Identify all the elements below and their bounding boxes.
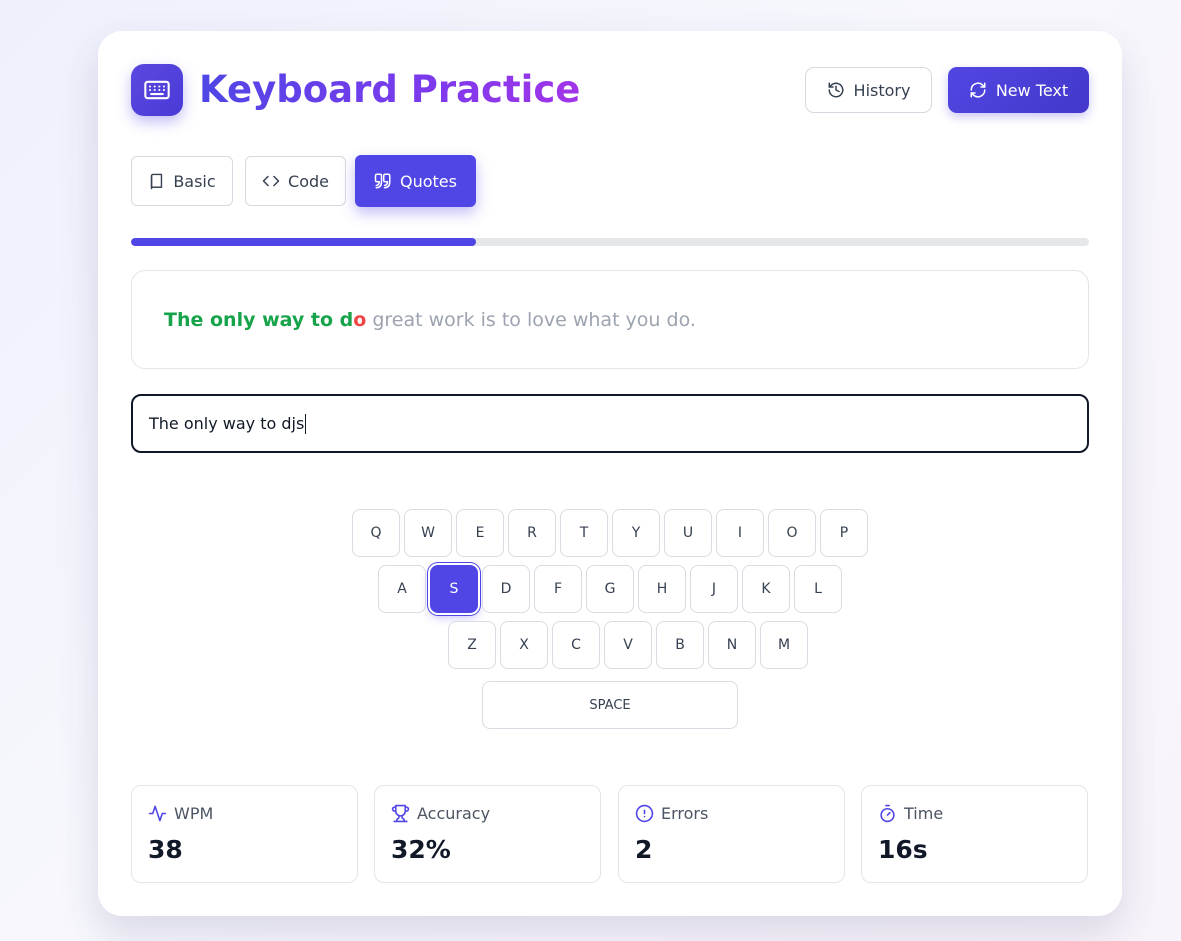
stat-wpm-label: WPM (174, 804, 214, 823)
key-y[interactable]: Y (612, 509, 660, 557)
stat-wpm: WPM 38 (131, 785, 358, 883)
key-c[interactable]: C (552, 621, 600, 669)
tab-quotes-label: Quotes (400, 171, 457, 191)
tab-quotes[interactable]: Quotes (355, 155, 476, 207)
stat-accuracy-label: Accuracy (417, 804, 491, 823)
target-text: The only way to do great work is to love… (131, 270, 1089, 369)
text-correct: The only way to d (164, 308, 354, 331)
key-q[interactable]: Q (352, 509, 400, 557)
key-u[interactable]: U (664, 509, 712, 557)
keyboard-logo-icon (131, 64, 183, 116)
text-error: o (353, 308, 367, 331)
key-k[interactable]: K (742, 565, 790, 613)
trophy-icon (391, 804, 410, 823)
stat-errors-label: Errors (661, 804, 709, 823)
history-button[interactable]: History (805, 67, 932, 113)
history-icon (827, 81, 845, 99)
code-icon (262, 172, 280, 190)
refresh-icon (969, 81, 987, 99)
key-a[interactable]: A (378, 565, 426, 613)
key-z[interactable]: Z (448, 621, 496, 669)
stat-errors-value: 2 (635, 835, 653, 864)
key-e[interactable]: E (456, 509, 504, 557)
key-g[interactable]: G (586, 565, 634, 613)
typing-input-value: The only way to djs (149, 414, 305, 433)
text-caret (305, 413, 307, 434)
tab-code-label: Code (288, 171, 329, 191)
stat-accuracy-value: 32% (391, 835, 451, 864)
progress-bar (131, 238, 1089, 246)
history-label: History (853, 80, 911, 100)
quote-icon (374, 172, 392, 190)
header: Keyboard Practice History New Text (131, 64, 1089, 116)
key-v[interactable]: V (604, 621, 652, 669)
key-r[interactable]: R (508, 509, 556, 557)
key-b[interactable]: B (656, 621, 704, 669)
keyboard-row-1: QWERTYUIOP (352, 509, 868, 557)
key-f[interactable]: F (534, 565, 582, 613)
stat-wpm-value: 38 (148, 835, 183, 864)
key-space[interactable]: SPACE (482, 681, 738, 729)
stat-time-label: Time (904, 804, 944, 823)
keyboard-row-3: ZXCVBNM (448, 621, 808, 669)
activity-icon (148, 804, 167, 823)
key-n[interactable]: N (708, 621, 756, 669)
key-x[interactable]: X (500, 621, 548, 669)
timer-icon (878, 804, 897, 823)
key-i[interactable]: I (716, 509, 764, 557)
alert-circle-icon (635, 804, 654, 823)
new-text-button[interactable]: New Text (948, 67, 1089, 113)
app-title: Keyboard Practice (199, 66, 580, 114)
book-icon (148, 173, 165, 190)
key-m[interactable]: M (760, 621, 808, 669)
key-d[interactable]: D (482, 565, 530, 613)
stat-accuracy: Accuracy 32% (374, 785, 601, 883)
stat-time: Time 16s (861, 785, 1088, 883)
tab-code[interactable]: Code (245, 156, 346, 206)
key-t[interactable]: T (560, 509, 608, 557)
progress-fill (131, 238, 476, 246)
tab-basic-label: Basic (173, 171, 216, 191)
key-h[interactable]: H (638, 565, 686, 613)
stat-time-value: 16s (878, 835, 928, 864)
key-o[interactable]: O (768, 509, 816, 557)
keyboard-row-space: SPACE (482, 681, 738, 729)
key-j[interactable]: J (690, 565, 738, 613)
stat-errors: Errors 2 (618, 785, 845, 883)
key-l[interactable]: L (794, 565, 842, 613)
tab-basic[interactable]: Basic (131, 156, 233, 206)
new-text-label: New Text (995, 80, 1069, 100)
key-p[interactable]: P (820, 509, 868, 557)
keyboard-row-2: ASDFGHJKL (378, 565, 842, 613)
key-s[interactable]: S (430, 565, 478, 613)
typing-input[interactable]: The only way to djs (131, 394, 1089, 453)
text-pending: great work is to love what you do. (366, 308, 696, 331)
practice-card: Keyboard Practice History New Text Basic… (98, 31, 1122, 916)
key-w[interactable]: W (404, 509, 452, 557)
